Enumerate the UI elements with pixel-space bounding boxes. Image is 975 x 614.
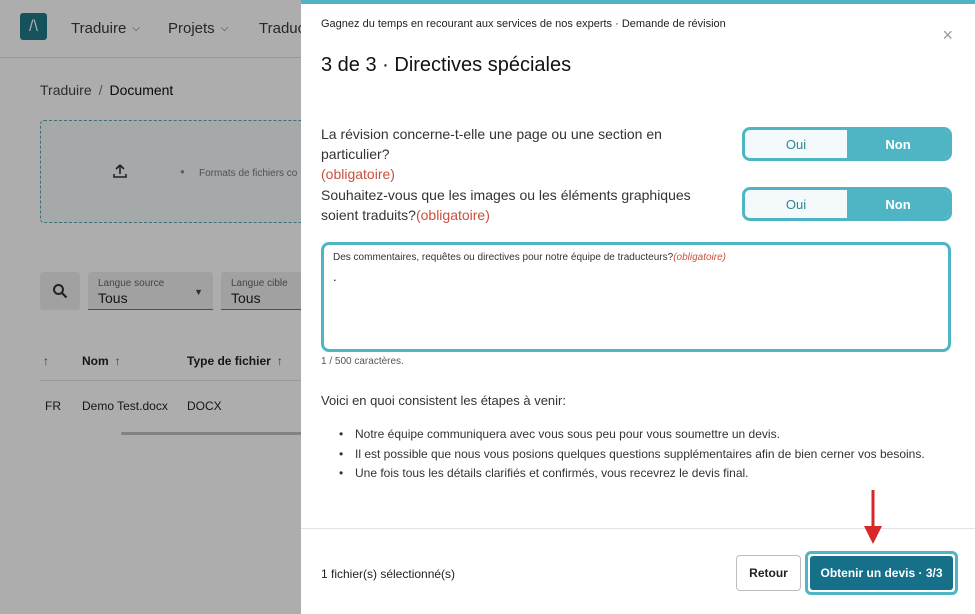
revision-request-modal: Gagnez du temps en recourant aux service… [301, 0, 975, 614]
list-item: Notre équipe communiquera avec vous sous… [339, 425, 959, 445]
close-icon[interactable]: × [942, 26, 953, 44]
submit-button-focus-ring: Obtenir un devis · 3/3 [805, 551, 958, 595]
toggle-translate-images: Oui Non [742, 187, 952, 221]
question-specific-section: La révision concerne-t-elle une page ou … [321, 124, 731, 184]
toggle-specific-section: Oui Non [742, 127, 952, 161]
modal-title: 3 de 3 · Directives spéciales [321, 54, 572, 76]
annotation-arrow-icon [864, 490, 882, 544]
modal-subtitle: Gagnez du temps en recourant aux service… [321, 18, 726, 30]
files-selected-count: 1 fichier(s) sélectionné(s) [321, 567, 456, 581]
comments-label: Des commentaires, requêtes ou directives… [333, 252, 939, 263]
get-quote-button[interactable]: Obtenir un devis · 3/3 [810, 556, 953, 590]
character-counter: 1 / 500 caractères. [321, 356, 404, 367]
comments-label-text: Des commentaires, requêtes ou directives… [333, 252, 674, 263]
list-item: Il est possible que nous vous posions qu… [339, 445, 959, 465]
comments-textarea[interactable]: Des commentaires, requêtes ou directives… [321, 242, 951, 352]
required-label: (obligatoire) [415, 207, 490, 223]
question-text: Souhaitez-vous que les images ou les élé… [321, 187, 691, 223]
toggle-option-yes[interactable]: Oui [745, 130, 847, 158]
next-steps-intro: Voici en quoi consistent les étapes à ve… [321, 393, 566, 408]
comments-value: . [333, 269, 337, 284]
question-text: La révision concerne-t-elle une page ou … [321, 126, 662, 162]
list-item: Une fois tous les détails clarifiés et c… [339, 464, 959, 484]
back-button[interactable]: Retour [736, 555, 801, 591]
next-steps-list: Notre équipe communiquera avec vous sous… [339, 425, 959, 484]
required-label: (obligatoire) [321, 166, 395, 182]
toggle-option-no[interactable]: Non [847, 130, 949, 158]
question-translate-images: Souhaitez-vous que les images ou les élé… [321, 185, 731, 225]
toggle-option-no[interactable]: Non [847, 190, 949, 218]
required-label: (obligatoire) [673, 252, 726, 263]
toggle-option-yes[interactable]: Oui [745, 190, 847, 218]
